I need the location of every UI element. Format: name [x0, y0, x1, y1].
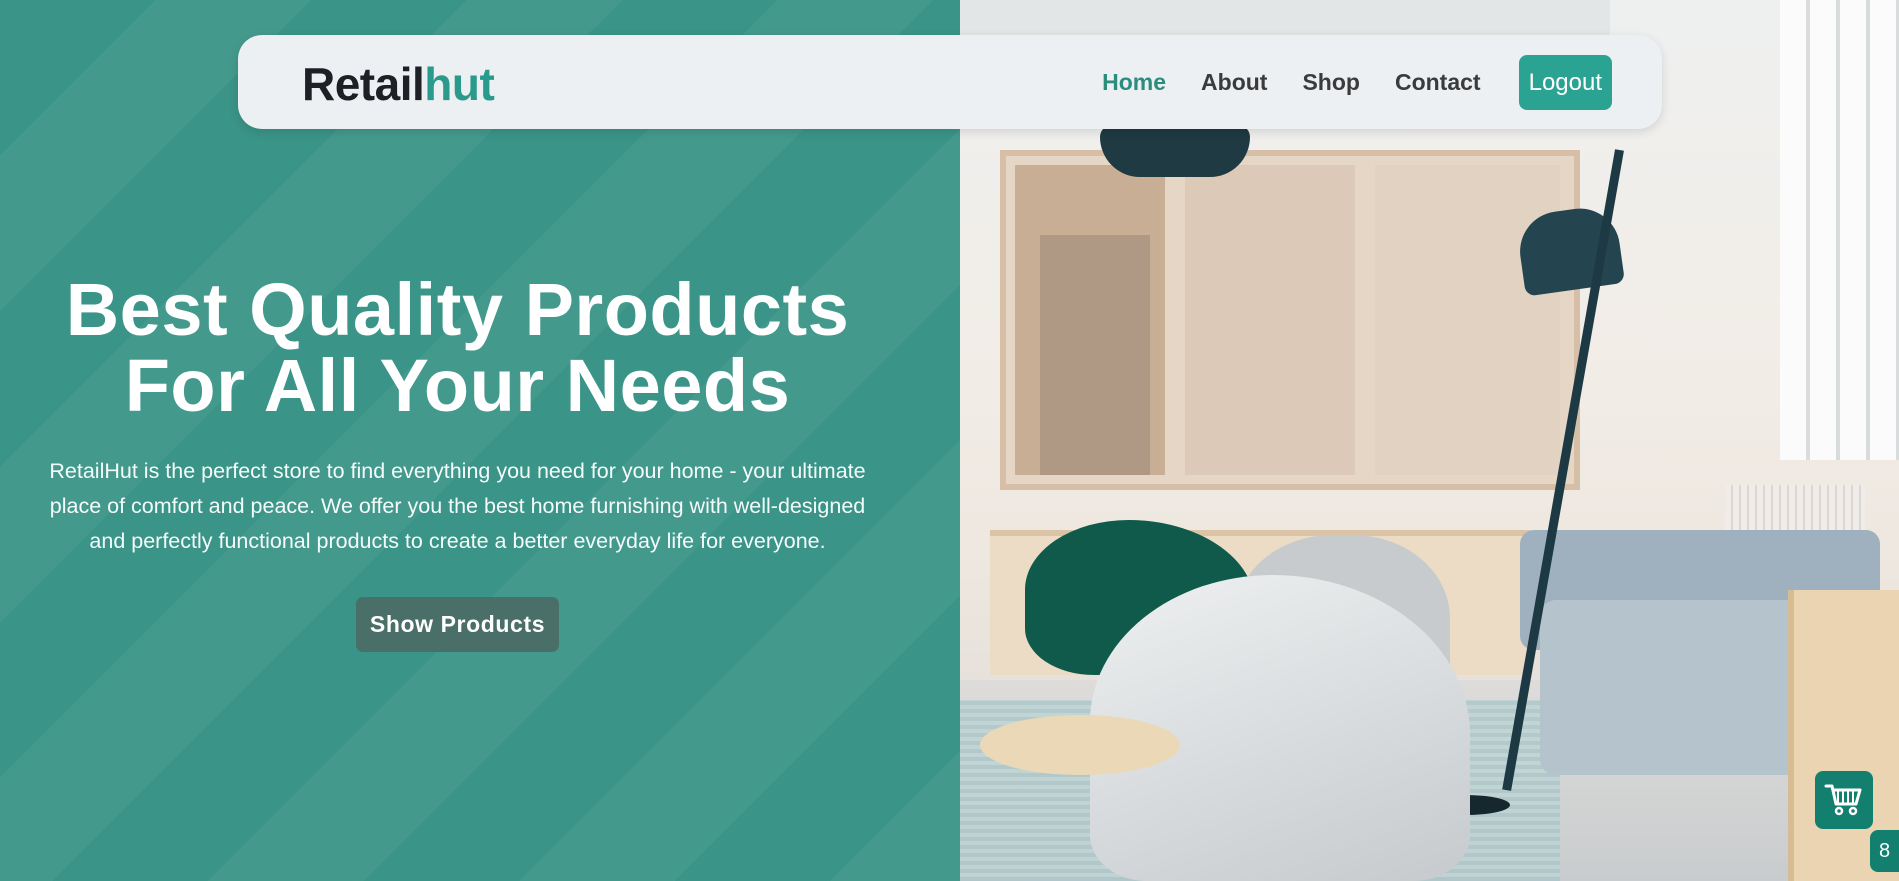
window-pane [1185, 165, 1355, 475]
show-products-button[interactable]: Show Products [355, 597, 560, 652]
nav-link-shop[interactable]: Shop [1302, 69, 1360, 96]
cart-button[interactable] [1815, 771, 1873, 829]
hero-section: Best Quality Products For All Your Needs… [0, 0, 960, 881]
brand-logo-part2: hut [424, 58, 495, 110]
side-window [1780, 0, 1899, 460]
hero-image [960, 0, 1899, 881]
hero-description: RetailHut is the perfect store to find e… [49, 459, 866, 553]
window-pane [1040, 235, 1150, 475]
nav-link-contact[interactable]: Contact [1395, 69, 1481, 96]
wooden-table [980, 715, 1180, 775]
hero-title: Best Quality Products For All Your Needs [40, 272, 875, 424]
floor-lamp-shade [1100, 125, 1250, 177]
logout-button[interactable]: Logout [1518, 55, 1612, 110]
hero-title-line2: For All Your Needs [124, 344, 791, 427]
cart-count-badge: 8 [1870, 830, 1899, 872]
shopping-cart-icon [1824, 784, 1862, 816]
brand-logo[interactable]: Retailhut [302, 57, 495, 111]
hero-content: Best Quality Products For All Your Needs… [40, 272, 875, 652]
ceiling-windows [960, 0, 1610, 40]
nav-link-home[interactable]: Home [1102, 69, 1166, 96]
nav-links: Home About Shop Contact Logout [1067, 55, 1612, 110]
nav-link-about[interactable]: About [1201, 69, 1267, 96]
brand-logo-part1: Retail [302, 58, 425, 110]
navbar: Retailhut Home About Shop Contact Logout [238, 35, 1662, 129]
window-pane [1375, 165, 1560, 475]
hero-title-line1: Best Quality Products [65, 268, 850, 351]
